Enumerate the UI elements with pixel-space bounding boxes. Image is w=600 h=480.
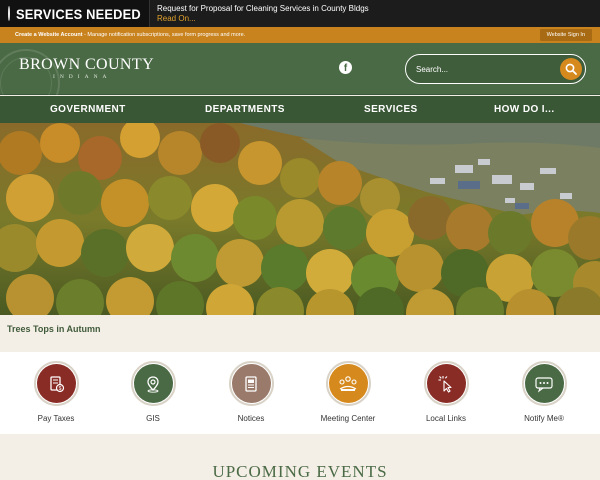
alert-bar: SERVICES NEEDED Request for Proposal for… [0, 0, 600, 27]
alert-badge-text: SERVICES NEEDED [16, 5, 141, 22]
alert-read-on-link[interactable]: Read On... [157, 14, 369, 24]
search-box [405, 54, 586, 84]
hero-image [0, 123, 600, 315]
nav-government[interactable]: GOVERNMENT [50, 104, 126, 115]
nav-how-do-i[interactable]: HOW DO I... [494, 104, 555, 115]
autumn-forest-image [0, 123, 600, 315]
alert-message: Request for Proposal for Cleaning Servic… [150, 0, 369, 27]
quick-links: $ Pay Taxes GIS Notices Meeting Center L… [0, 352, 600, 434]
search-icon [565, 63, 577, 75]
quick-link-label: Notices [237, 414, 265, 423]
quick-link-label: Meeting Center [320, 414, 376, 423]
nav-departments[interactable]: DEPARTMENTS [205, 104, 285, 115]
facebook-icon[interactable]: f [339, 61, 352, 74]
account-description: - Manage notification subscriptions, sav… [82, 32, 246, 38]
svg-text:$: $ [59, 386, 62, 392]
quick-link-label: Notify Me® [524, 414, 564, 423]
alert-headline[interactable]: Request for Proposal for Cleaning Servic… [157, 3, 369, 14]
quick-link-meeting-center[interactable]: Meeting Center [308, 361, 388, 423]
create-account-link[interactable]: Create a Website Account [15, 32, 83, 38]
alert-icon [8, 6, 10, 21]
receipt-coin-icon: $ [36, 364, 76, 403]
map-pin-icon [133, 364, 173, 403]
account-bar: Create a Website Account - Manage notifi… [0, 27, 600, 43]
quick-link-pay-taxes[interactable]: $ Pay Taxes [16, 361, 96, 423]
main-nav: GOVERNMENT DEPARTMENTS SERVICES HOW DO I… [0, 96, 600, 123]
sign-in-button[interactable]: Website Sign In [539, 29, 592, 41]
quick-link-local-links[interactable]: Local Links [406, 361, 486, 423]
upcoming-events-heading: UPCOMING EVENTS [212, 462, 388, 480]
site-header: BROWN COUNTY INDIANA f [0, 43, 600, 117]
meeting-people-icon [328, 364, 368, 403]
nav-services[interactable]: SERVICES [364, 104, 418, 115]
site-logo[interactable]: BROWN COUNTY [19, 56, 154, 74]
search-button[interactable] [560, 58, 582, 80]
quick-link-notices[interactable]: Notices [211, 361, 291, 423]
quick-link-notify-me[interactable]: Notify Me® [504, 361, 584, 423]
account-promo: Create a Website Account - Manage notifi… [15, 32, 245, 38]
quick-link-gis[interactable]: GIS [113, 361, 193, 423]
document-icon [231, 364, 271, 403]
hero-caption: Trees Tops in Autumn [7, 324, 101, 334]
site-logo-subtitle: INDIANA [53, 74, 112, 80]
quick-link-label: Local Links [425, 414, 467, 423]
quick-link-label: Pay Taxes [37, 414, 75, 423]
alert-badge[interactable]: SERVICES NEEDED [0, 0, 150, 27]
search-input[interactable] [416, 62, 546, 76]
quick-link-label: GIS [146, 414, 160, 423]
cursor-click-icon [426, 364, 466, 403]
chat-bubble-icon [524, 364, 564, 403]
